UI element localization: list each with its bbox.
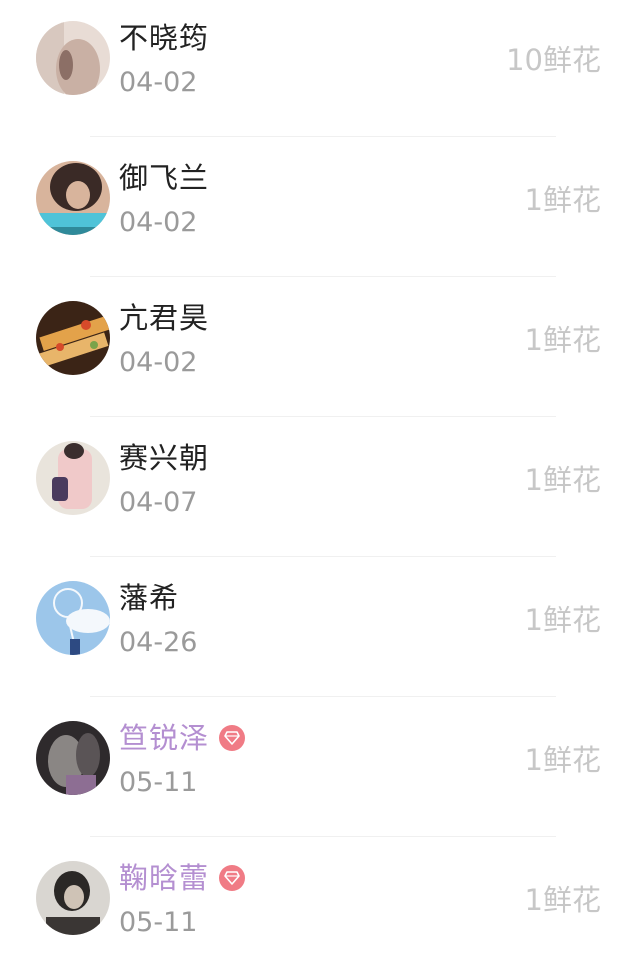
- user-name[interactable]: 不晓筠: [119, 16, 209, 60]
- gift-date: 05-11: [119, 907, 198, 938]
- list-item[interactable]: 藩希 04-26 1鲜花: [0, 560, 640, 700]
- gift-amount: 1鲜花: [524, 883, 601, 917]
- gift-date: 04-07: [119, 487, 198, 518]
- user-name[interactable]: 御飞兰: [119, 156, 209, 200]
- diamond-icon: [219, 725, 246, 751]
- user-name[interactable]: 藩希: [119, 576, 179, 620]
- avatar[interactable]: [36, 721, 110, 795]
- user-name[interactable]: 鞠晗蕾: [119, 856, 209, 900]
- divider: [90, 556, 556, 557]
- list-item[interactable]: 不晓筠 04-02 10鲜花: [0, 0, 640, 140]
- gift-amount: 1鲜花: [524, 323, 601, 357]
- gift-amount: 1鲜花: [524, 183, 601, 217]
- avatar[interactable]: [36, 441, 110, 515]
- gift-date: 04-26: [119, 627, 198, 658]
- list-item[interactable]: 御飞兰 04-02 1鲜花: [0, 140, 640, 280]
- gift-date: 04-02: [119, 207, 198, 238]
- flower-record-list: 不晓筠 04-02 10鲜花 御飞兰 04-02 1鲜花 亢君昊 04-02 1…: [0, 0, 640, 960]
- gift-amount: 1鲜花: [524, 743, 601, 777]
- divider: [90, 696, 556, 697]
- user-name[interactable]: 笪锐泽: [119, 716, 209, 760]
- divider: [90, 836, 556, 837]
- divider: [90, 276, 556, 277]
- list-item[interactable]: 赛兴朝 04-07 1鲜花: [0, 420, 640, 560]
- user-name[interactable]: 赛兴朝: [119, 436, 209, 480]
- divider: [90, 136, 556, 137]
- diamond-icon: [219, 865, 246, 891]
- avatar[interactable]: [36, 581, 110, 655]
- gift-amount: 1鲜花: [524, 463, 601, 497]
- list-item[interactable]: 笪锐泽 05-11 1鲜花: [0, 700, 640, 840]
- list-item[interactable]: 鞠晗蕾 05-11 1鲜花: [0, 840, 640, 980]
- gift-date: 04-02: [119, 67, 198, 98]
- user-name[interactable]: 亢君昊: [119, 296, 209, 340]
- divider: [90, 416, 556, 417]
- avatar[interactable]: [36, 161, 110, 235]
- avatar[interactable]: [36, 21, 110, 95]
- gift-date: 04-02: [119, 347, 198, 378]
- gift-date: 05-11: [119, 767, 198, 798]
- list-item[interactable]: 亢君昊 04-02 1鲜花: [0, 280, 640, 420]
- avatar[interactable]: [36, 861, 110, 935]
- gift-amount: 10鲜花: [506, 43, 601, 77]
- gift-amount: 1鲜花: [524, 603, 601, 637]
- avatar[interactable]: [36, 301, 110, 375]
